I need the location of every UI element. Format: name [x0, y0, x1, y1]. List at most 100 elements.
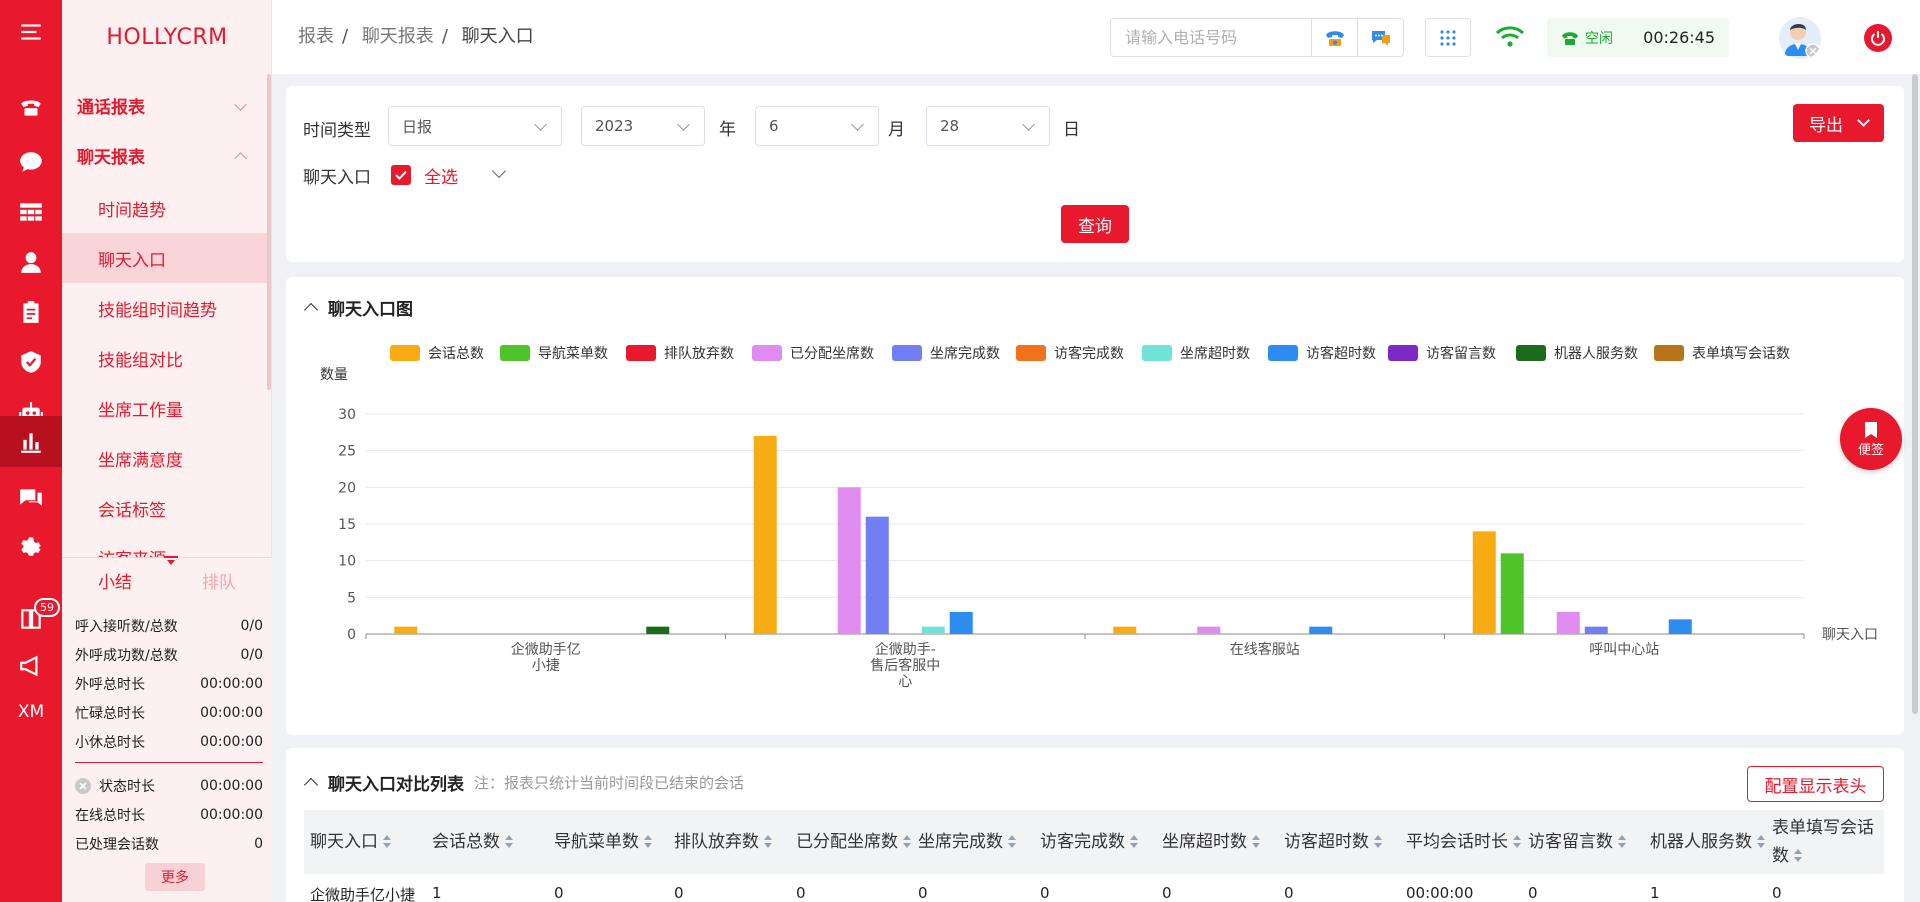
select-all-checkbox[interactable]	[391, 165, 411, 185]
table-header-cell[interactable]: 已分配坐席数	[790, 810, 912, 874]
breadcrumb-item[interactable]: 报表	[298, 26, 334, 47]
menu-item-session-tags[interactable]: 会话标签	[62, 483, 267, 533]
menu-item-chat-entry[interactable]: 聊天入口	[62, 233, 267, 283]
more-button[interactable]: 更多	[145, 863, 205, 891]
rail-user-initials[interactable]: XM	[0, 687, 62, 737]
shield-icon[interactable]	[0, 337, 62, 387]
chart-bar	[921, 626, 945, 634]
menu-item-agent-satisfaction[interactable]: 坐席满意度	[62, 433, 267, 483]
user-icon[interactable]	[0, 237, 62, 287]
sort-icon[interactable]	[1129, 835, 1139, 849]
export-button[interactable]: 导出	[1793, 104, 1884, 142]
book-icon[interactable]: 59	[0, 594, 62, 644]
gear-icon[interactable]	[0, 521, 62, 571]
sticky-note-button[interactable]: 便签	[1840, 408, 1902, 470]
time-type-label: 时间类型	[303, 121, 371, 141]
sort-icon[interactable]	[1756, 835, 1766, 849]
chevron-down-icon	[1022, 118, 1035, 131]
avatar[interactable]	[1778, 16, 1822, 60]
select-all-label[interactable]: 全选	[424, 163, 458, 188]
logout-button[interactable]	[1864, 24, 1892, 52]
header-label: 会话总数	[432, 828, 514, 856]
status-clear-icon[interactable]	[75, 778, 91, 794]
menu-group-call-report[interactable]: 通话报表	[62, 82, 267, 128]
chart-bar	[1113, 626, 1137, 634]
configure-columns-button[interactable]: 配置显示表头	[1747, 766, 1884, 802]
table-section-header[interactable]: 聊天入口对比列表 注：报表只统计当前时间段已结束的会话	[303, 770, 744, 795]
sort-icon[interactable]	[1373, 835, 1383, 849]
sort-icon[interactable]	[763, 835, 773, 849]
chat-dial-button[interactable]	[1357, 19, 1403, 56]
hamburger-menu-icon[interactable]	[0, 7, 62, 57]
dial-button[interactable]	[1311, 19, 1357, 56]
clipboard-icon[interactable]	[0, 287, 62, 337]
x-tick-label: 企微助手-售后客服中心	[870, 641, 940, 690]
x-tick-label: 企微助手亿小捷	[511, 641, 581, 674]
phone-icon[interactable]	[0, 82, 62, 132]
month-select[interactable]: 6	[755, 106, 879, 146]
table-cell: 企微助手亿小捷	[310, 886, 416, 902]
table-header-cell[interactable]: 平均会话时长	[1400, 810, 1522, 874]
menu-item-time-trend[interactable]: 时间趋势	[62, 183, 267, 233]
table-header-cell[interactable]: 表单填写会话数	[1766, 810, 1884, 874]
sort-icon[interactable]	[1617, 835, 1627, 849]
header-label: 坐席超时数	[1162, 828, 1261, 856]
sort-icon[interactable]	[1007, 835, 1017, 849]
year-select[interactable]: 2023	[581, 106, 705, 146]
breadcrumb-item[interactable]: 聊天报表	[362, 26, 434, 47]
table-header-cell[interactable]: 会话总数	[426, 810, 548, 874]
sort-icon[interactable]	[902, 835, 912, 849]
summary-row: 忙碌总时长 00:00:00	[75, 705, 263, 722]
time-type-select[interactable]: 日报	[388, 106, 562, 146]
table-icon[interactable]	[0, 187, 62, 237]
message-icon[interactable]	[0, 472, 62, 522]
y-tick-label: 0	[347, 627, 356, 643]
table-header-cell[interactable]: 访客完成数	[1034, 810, 1156, 874]
status-timer: 00:26:45	[1643, 28, 1715, 47]
query-button[interactable]: 查询	[1061, 205, 1129, 243]
table-cell: 0	[554, 884, 564, 902]
day-select[interactable]: 28	[926, 106, 1050, 146]
summary-row: 在线总时长 00:00:00	[75, 807, 263, 824]
dial-box	[1110, 18, 1404, 57]
entry-dropdown-chevron-icon[interactable]	[491, 163, 507, 179]
menu-group-chat-report[interactable]: 聊天报表	[62, 132, 267, 178]
menu-item-visitor-source[interactable]: 访客来源	[62, 533, 267, 557]
menu-item-agent-workload[interactable]: 坐席工作量	[62, 383, 267, 433]
apps-button[interactable]	[1425, 18, 1471, 57]
menu-item-skillgroup-compare[interactable]: 技能组对比	[62, 333, 267, 383]
table-header-cell[interactable]: 导航菜单数	[548, 810, 668, 874]
chat-icon[interactable]	[0, 137, 62, 187]
menu-item-skillgroup-trend[interactable]: 技能组时间趋势	[62, 283, 267, 333]
table-cell: 0	[918, 884, 928, 902]
table-header-cell[interactable]: 坐席完成数	[912, 810, 1034, 874]
sort-icon[interactable]	[504, 835, 514, 849]
table-header-cell[interactable]: 访客留言数	[1522, 810, 1644, 874]
megaphone-icon[interactable]	[0, 641, 62, 691]
table-header-cell[interactable]: 坐席超时数	[1156, 810, 1278, 874]
collapse-arrow-icon[interactable]	[164, 556, 178, 566]
chat-entry-bar-chart: 数量 0 5 10 15 20 25 30 聊天入口企微助手亿小捷 企微助手-售后客服中心 在线客服…	[320, 367, 1878, 690]
filter-panel: 时间类型 日报 2023 年 6 月 28 日 聊天入口 全选 查询 导出	[286, 86, 1904, 262]
dots-grid-icon	[1440, 29, 1456, 46]
breadcrumb-current: 聊天入口	[461, 26, 534, 47]
sort-icon[interactable]	[1251, 835, 1261, 849]
table-header-cell[interactable]: 聊天入口	[304, 810, 426, 874]
sort-icon[interactable]	[1793, 849, 1803, 863]
y-tick-label: 25	[338, 444, 356, 460]
table-header-cell[interactable]: 访客超时数	[1278, 810, 1400, 874]
table-header-cell[interactable]: 机器人服务数	[1644, 810, 1766, 874]
unread-badge: 59	[34, 598, 60, 617]
sort-icon[interactable]	[382, 835, 392, 849]
sort-icon[interactable]	[1512, 835, 1522, 849]
report-chart-icon[interactable]	[0, 416, 62, 467]
page-scrollbar[interactable]	[1912, 74, 1918, 714]
chart-bar	[865, 516, 889, 634]
tab-queue[interactable]: 排队	[202, 568, 236, 593]
table-header-cell[interactable]: 排队放弃数	[668, 810, 790, 874]
phone-number-input[interactable]	[1111, 19, 1311, 56]
menu-scrollbar[interactable]	[267, 74, 271, 390]
tab-summary[interactable]: 小结	[98, 568, 132, 593]
sort-icon[interactable]	[643, 835, 653, 849]
agent-status[interactable]: 空闲 00:26:45	[1547, 18, 1729, 57]
